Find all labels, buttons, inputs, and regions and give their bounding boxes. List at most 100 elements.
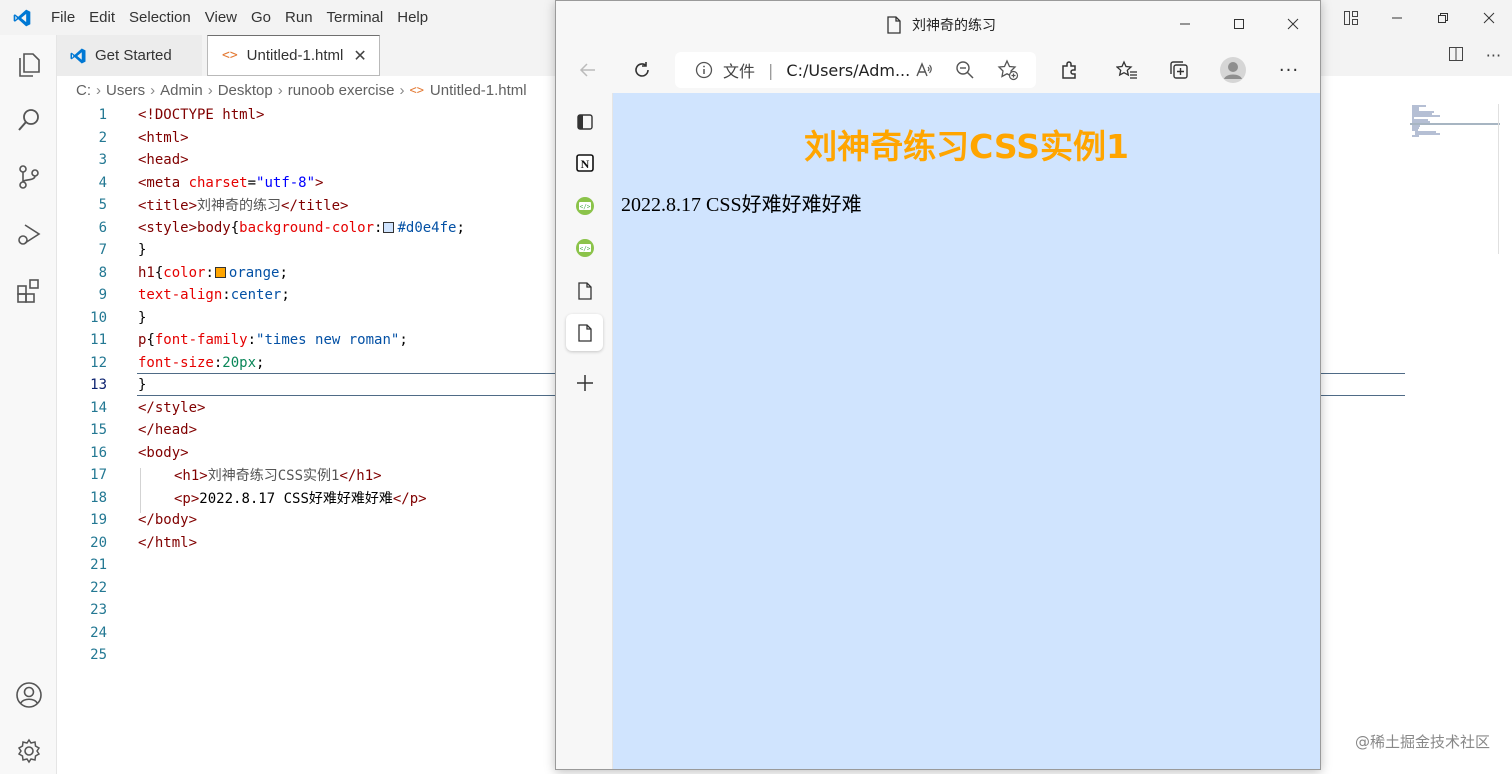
vertical-scrollbar[interactable] — [1498, 104, 1512, 254]
add-favorite-icon[interactable] — [993, 55, 1023, 85]
breadcrumb-item[interactable]: Users — [106, 82, 145, 99]
line-number: 15 — [90, 422, 107, 439]
profile-avatar[interactable] — [1218, 55, 1248, 85]
code-token: { — [230, 219, 240, 236]
zoom-out-icon[interactable] — [950, 55, 980, 85]
tab-label: Get Started — [95, 47, 172, 64]
chevron-right-icon: › — [150, 81, 156, 99]
breadcrumb-item[interactable]: Admin — [160, 82, 203, 99]
breadcrumb-item[interactable]: C: — [76, 82, 91, 99]
tab-get-started[interactable]: Get Started — [57, 35, 203, 76]
code-token: <!DOCTYPE html> — [138, 107, 265, 124]
read-aloud-icon[interactable] — [909, 55, 939, 85]
favorites-icon[interactable] — [1112, 55, 1142, 85]
breadcrumb-item[interactable]: Untitled-1.html — [430, 82, 527, 99]
minimize-button[interactable] — [1374, 0, 1420, 35]
tab-label: Untitled-1.html — [246, 47, 344, 64]
code-token: <body> — [138, 444, 189, 461]
account-icon[interactable] — [0, 671, 57, 719]
code-line: 9 text-align:center; — [57, 284, 290, 307]
code-token: ; — [279, 264, 288, 281]
code-line: 6 <style>body{background-color: #d0e4fe; — [57, 217, 465, 240]
run-debug-icon[interactable] — [0, 210, 57, 258]
settings-gear-icon[interactable] — [0, 727, 57, 774]
color-swatch[interactable] — [214, 266, 226, 278]
code-line: 25 — [57, 644, 107, 667]
refresh-icon[interactable] — [627, 55, 657, 85]
address-bar[interactable]: 文件 | C:/Users/Adm... — [675, 52, 1036, 88]
source-control-icon[interactable] — [0, 153, 57, 201]
document-tab-icon[interactable] — [566, 272, 603, 309]
code-token: font-family — [154, 332, 248, 349]
code-token: <style> — [138, 219, 198, 236]
code-line: 17 <h1>刘神奇练习CSS实例1</h1> — [57, 464, 381, 487]
code-line: 11 p{font-family:"times new roman"; — [57, 329, 408, 352]
collections-icon[interactable] — [1164, 55, 1194, 85]
browser-minimize-button[interactable] — [1158, 1, 1212, 47]
new-tab-plus-icon[interactable] — [566, 364, 603, 401]
line-number: 5 — [98, 197, 107, 214]
notion-tab-icon[interactable]: N — [566, 144, 603, 181]
html-file-icon: <> — [222, 48, 238, 63]
menu-terminal[interactable]: Terminal — [320, 0, 391, 35]
close-button[interactable] — [1466, 0, 1512, 35]
split-editor-icon[interactable] — [1448, 46, 1464, 66]
document-tab-icon[interactable] — [566, 314, 603, 351]
info-icon[interactable] — [695, 61, 713, 79]
code-token: </p> — [392, 490, 427, 507]
explorer-icon[interactable] — [0, 41, 57, 89]
code-token: <p> — [174, 490, 200, 507]
line-number: 23 — [90, 602, 107, 619]
menu-selection[interactable]: Selection — [122, 0, 198, 35]
code-token: } — [138, 309, 147, 326]
code-token: } — [138, 242, 147, 259]
line-number: 8 — [98, 264, 107, 281]
browser-maximize-button[interactable] — [1212, 1, 1266, 47]
menu-help[interactable]: Help — [390, 0, 435, 35]
code-line: 19 </body> — [57, 509, 197, 532]
code-token: body — [197, 219, 231, 236]
breadcrumb-item[interactable]: runoob exercise — [288, 82, 395, 99]
code-token: </body> — [138, 512, 198, 529]
restore-button[interactable] — [1420, 0, 1466, 35]
back-arrow-icon[interactable] — [573, 55, 603, 85]
menu-file[interactable]: File — [44, 0, 82, 35]
search-icon[interactable] — [0, 96, 57, 144]
vscode-logo-icon — [70, 48, 86, 63]
close-tab-icon[interactable]: ✕ — [353, 46, 366, 66]
extensions-puzzle-icon[interactable] — [1054, 55, 1084, 85]
address-url: C:/Users/Adm... — [786, 60, 911, 80]
svg-text:N: N — [580, 157, 589, 171]
code-line: 16 <body> — [57, 442, 188, 465]
extensions-icon[interactable] — [0, 267, 57, 315]
line-number: 25 — [90, 647, 107, 664]
more-actions-icon[interactable]: ··· — [1486, 46, 1501, 65]
vscode-window-controls — [1328, 0, 1512, 35]
minimap[interactable] — [1410, 104, 1500, 144]
browser-close-button[interactable] — [1266, 1, 1320, 47]
tab-untitled-1-html[interactable]: <> Untitled-1.html ✕ — [207, 35, 380, 76]
breadcrumb-item[interactable]: Desktop — [218, 82, 273, 99]
menu-view[interactable]: View — [198, 0, 244, 35]
code-tab-icon[interactable]: </> — [566, 229, 603, 266]
menu-edit[interactable]: Edit — [82, 0, 122, 35]
code-token: color — [163, 264, 206, 281]
browser-title: 刘神奇的练习 — [886, 15, 996, 35]
code-token: > — [315, 174, 324, 191]
code-token: } — [138, 377, 147, 394]
browser-window: 刘神奇的练习 文件 | C:/Users/Adm... ··· N </> </… — [555, 0, 1321, 770]
tab-actions-icon[interactable] — [566, 103, 603, 140]
line-number: 14 — [90, 399, 107, 416]
customize-layout-icon[interactable] — [1328, 0, 1374, 35]
code-token: </head> — [138, 422, 198, 439]
editor-actions: ··· — [1437, 35, 1512, 76]
line-number: 4 — [98, 174, 107, 191]
code-line: 2 <html> — [57, 127, 189, 150]
color-swatch[interactable] — [383, 221, 395, 233]
code-tab-icon[interactable]: </> — [566, 187, 603, 224]
more-menu-icon[interactable]: ··· — [1274, 55, 1304, 85]
line-number: 20 — [90, 534, 107, 551]
code-token: </html> — [138, 534, 198, 551]
menu-run[interactable]: Run — [278, 0, 320, 35]
menu-go[interactable]: Go — [244, 0, 278, 35]
